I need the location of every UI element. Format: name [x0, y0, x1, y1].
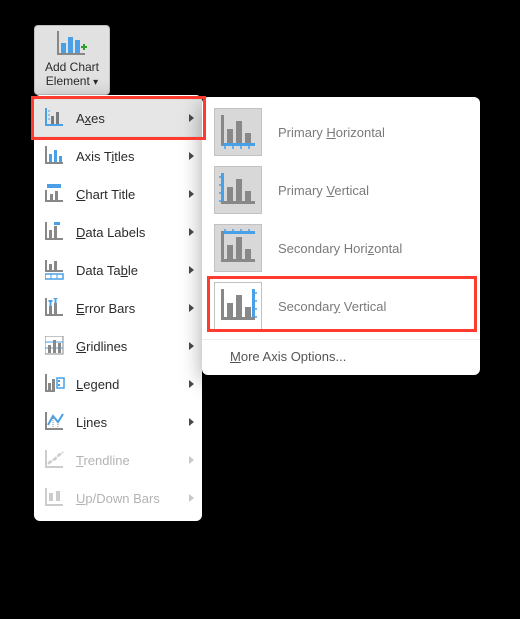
- submenu-arrow-icon: [189, 190, 194, 198]
- add-chart-element-button[interactable]: Add Chart Element ▾: [34, 25, 110, 95]
- submenu-arrow-icon: [189, 266, 194, 274]
- menu-item-label: Up/Down Bars: [76, 491, 185, 506]
- submenu-item-label: Secondary Horizontal: [278, 241, 402, 256]
- legend-icon: [44, 373, 66, 395]
- submenu-item-primary-horizontal[interactable]: Primary Horizontal: [202, 103, 480, 161]
- data-table-icon: [44, 259, 66, 281]
- error-bars-icon: [44, 297, 66, 319]
- menu-item-label: Data Labels: [76, 225, 185, 240]
- menu-item-label: Legend: [76, 377, 185, 392]
- trendline-icon: [44, 449, 66, 471]
- menu-item-label: Error Bars: [76, 301, 185, 316]
- submenu-item-label: Primary Horizontal: [278, 125, 385, 140]
- menu-item-updown-bars: Up/Down Bars: [34, 479, 202, 517]
- menu-item-data-table[interactable]: Data Table: [34, 251, 202, 289]
- menu-item-axis-titles[interactable]: Axis Titles: [34, 137, 202, 175]
- submenu-arrow-icon: [189, 380, 194, 388]
- menu-item-label: Data Table: [76, 263, 185, 278]
- chart-element-menu: Axes Axis Titles Chart Title Data Labels…: [34, 95, 202, 521]
- menu-item-error-bars[interactable]: Error Bars: [34, 289, 202, 327]
- axis-primary-h-icon: [214, 108, 262, 156]
- lines-icon: [44, 411, 66, 433]
- chevron-down-icon: ▾: [93, 77, 98, 88]
- submenu-item-secondary-horizontal[interactable]: Secondary Horizontal: [202, 219, 480, 277]
- submenu-arrow-icon: [189, 304, 194, 312]
- menu-item-label: Lines: [76, 415, 185, 430]
- axis-secondary-h-icon: [214, 224, 262, 272]
- axis-secondary-v-icon: [214, 282, 262, 330]
- submenu-arrow-icon: [189, 418, 194, 426]
- menu-item-label: Trendline: [76, 453, 185, 468]
- submenu-arrow-icon: [189, 228, 194, 236]
- menu-item-gridlines[interactable]: Gridlines: [34, 327, 202, 365]
- menu-item-label: Chart Title: [76, 187, 185, 202]
- gridlines-icon: [44, 335, 66, 357]
- axis-titles-icon: [44, 145, 66, 167]
- submenu-arrow-icon: [189, 114, 194, 122]
- submenu-arrow-icon: [189, 342, 194, 350]
- menu-item-lines[interactable]: Lines: [34, 403, 202, 441]
- add-chart-element-icon: [57, 31, 87, 60]
- submenu-item-label: Primary Vertical: [278, 183, 369, 198]
- submenu-item-secondary-vertical[interactable]: Secondary Vertical: [202, 277, 480, 335]
- menu-item-trendline: Trendline: [34, 441, 202, 479]
- more-axis-options-label: More Axis Options...: [230, 349, 346, 364]
- updown-bars-icon: [44, 487, 66, 509]
- submenu-arrow-icon: [189, 494, 194, 502]
- menu-item-legend[interactable]: Legend: [34, 365, 202, 403]
- menu-item-label: Axes: [76, 111, 185, 126]
- menu-item-label: Gridlines: [76, 339, 185, 354]
- menu-item-data-labels[interactable]: Data Labels: [34, 213, 202, 251]
- more-axis-options[interactable]: More Axis Options...: [202, 339, 480, 373]
- submenu-item-primary-vertical[interactable]: Primary Vertical: [202, 161, 480, 219]
- add-chart-element-label: Add Chart Element ▾: [37, 60, 107, 90]
- submenu-item-label: Secondary Vertical: [278, 299, 386, 314]
- axes-icon: [44, 107, 66, 129]
- submenu-arrow-icon: [189, 456, 194, 464]
- axes-submenu: Primary Horizontal Primary Vertical Seco…: [202, 97, 480, 375]
- menu-item-chart-title[interactable]: Chart Title: [34, 175, 202, 213]
- axis-primary-v-icon: [214, 166, 262, 214]
- chart-title-icon: [44, 183, 66, 205]
- submenu-arrow-icon: [189, 152, 194, 160]
- data-labels-icon: [44, 221, 66, 243]
- menu-item-axes[interactable]: Axes: [34, 99, 202, 137]
- menu-item-label: Axis Titles: [76, 149, 185, 164]
